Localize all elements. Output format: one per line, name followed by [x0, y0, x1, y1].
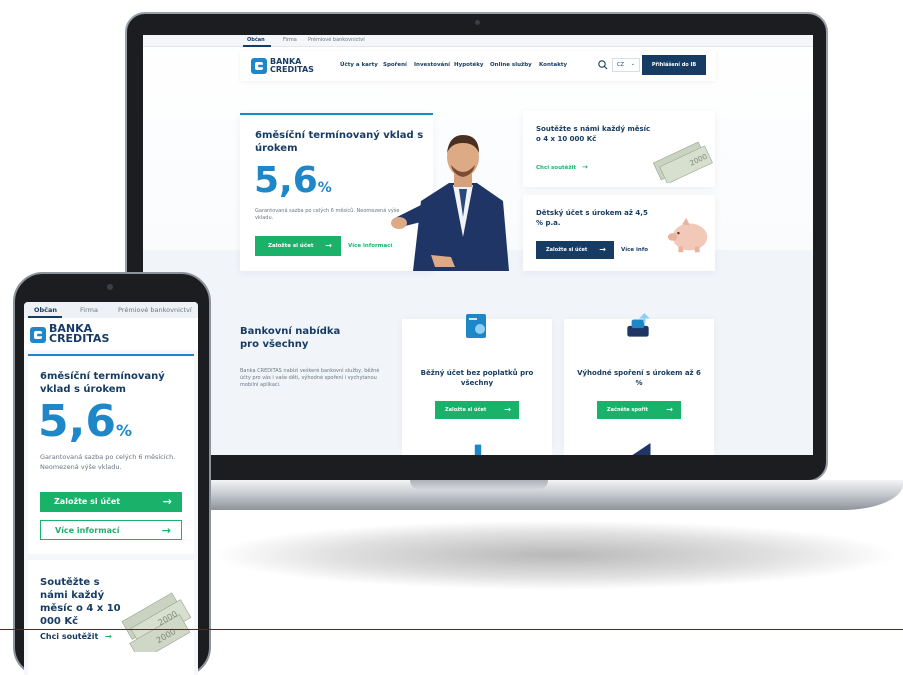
promo-child-button-label: Založte si účet — [546, 247, 588, 253]
mockup-stage: Občan Firma Prémiové bankovnictví BANKA … — [0, 0, 903, 675]
baseline-divider — [0, 629, 903, 630]
mobile-logo-text: BANKA CREDITAS — [49, 323, 110, 346]
segment-premium[interactable]: Prémiové bankovnictví — [308, 37, 365, 43]
mobile-secondary-button-label: Více informací — [55, 526, 120, 535]
product-card-savings: Výhodné spoření s úrokem až 6 % Začněte … — [564, 313, 714, 445]
promo-child-title: Dětský účet s úrokem až 4,5 % p.a. — [536, 209, 648, 227]
product-card-next-2 — [564, 443, 714, 455]
arrow-right-icon: → — [581, 163, 588, 171]
arrow-right-icon: → — [666, 405, 673, 414]
logo[interactable]: BANKA CREDITAS — [251, 57, 331, 75]
arrow-right-icon: → — [105, 632, 112, 641]
mobile-contest-title: Soutěžte s námi každý měsíc o 4 x 10 000… — [40, 577, 121, 627]
hero-rate-value: 5,6 — [254, 160, 318, 201]
nav-hypoteky[interactable]: Hypotéky — [454, 62, 484, 68]
main-navigation: BANKA CREDITAS Účty a karty Spoření Inve… — [240, 51, 716, 81]
document-icon — [474, 444, 482, 455]
product-savings-button-label: Začněte spořit — [607, 407, 648, 413]
mobile-primary-button-label: Založte si účet — [54, 497, 121, 506]
mobile-segment-bar: Občan Firma Prémiové bankovnictví — [24, 302, 198, 318]
product-account-title: Běžný účet bez poplatků pro všechny — [420, 369, 534, 387]
logo-line2: CREDITAS — [270, 64, 314, 74]
offer-description: Banka CREDITAS nabízí veškeré bankovní s… — [240, 368, 380, 388]
login-button-label: Přihlášení do IB — [651, 62, 697, 68]
coins-icon — [627, 313, 650, 337]
promo-contest-title: Soutěžte s námi každý měsíc o 4 x 10 000… — [536, 125, 651, 143]
chevron-down-icon: ⌄ — [630, 61, 635, 67]
banker-photo — [391, 135, 509, 271]
hero-description: Garantovaná sazba po celých 6 měsíců. Ne… — [255, 208, 400, 221]
segment-bar: Občan Firma Prémiové bankovnictví — [143, 35, 813, 47]
mobile-primary-button[interactable]: Založte si účet → — [40, 492, 182, 512]
laptop-shadow — [210, 520, 900, 590]
banknotes-icon: 2000 — [652, 141, 713, 183]
promo-child-card: Dětský účet s úrokem až 4,5 % p.a. Založ… — [523, 195, 715, 271]
promo-child-button[interactable]: Založte si účet → — [536, 241, 614, 259]
product-savings-title: Výhodné spoření s úrokem až 6 % — [577, 369, 701, 387]
mobile-segment-obcan[interactable]: Občan — [34, 306, 57, 314]
segment-active-underline — [243, 45, 271, 47]
hero-rate: 5,6% — [254, 160, 332, 201]
promo-child-link[interactable]: Více info — [621, 247, 648, 253]
language-select[interactable]: CZ ⌄ — [612, 58, 640, 72]
banknotes-icon: 2000 2000 — [121, 592, 192, 652]
nav-online-sluzby[interactable]: Online služby — [490, 62, 532, 68]
mobile-contest-link[interactable]: Chci soutěžit → — [40, 632, 112, 641]
product-savings-button[interactable]: Začněte spořit → — [597, 401, 681, 419]
mobile-hero-rate: 5,6% — [38, 396, 132, 447]
nav-ucty-a-karty[interactable]: Účty a karty — [340, 62, 378, 68]
mobile-hero-description: Garantovaná sazba po celých 6 měsících. … — [40, 453, 176, 471]
card-icon — [466, 314, 486, 338]
laptop-notch — [410, 480, 548, 490]
arrow-right-icon: → — [325, 241, 332, 250]
mobile-hero-rate-value: 5,6 — [38, 396, 116, 447]
segment-obcan[interactable]: Občan — [247, 37, 265, 43]
offer-title: Bankovní nabídka pro všechny — [240, 326, 341, 350]
logo-mark-icon — [30, 327, 46, 343]
phone-camera — [107, 284, 113, 290]
logo-text: BANKA CREDITAS — [270, 58, 314, 73]
laptop-screen: Občan Firma Prémiové bankovnictví BANKA … — [143, 35, 813, 455]
mobile-logo[interactable]: BANKA CREDITAS — [30, 323, 120, 346]
hero-primary-button[interactable]: Založte si účet → — [255, 236, 341, 256]
mobile-segment-firma[interactable]: Firma — [80, 306, 98, 314]
product-account-button-label: Založte si účet — [445, 407, 487, 413]
arrow-right-icon: → — [599, 245, 606, 254]
mobile-secondary-button[interactable]: Více informací → — [40, 520, 182, 540]
promo-contest-link[interactable]: Chci soutěžit → — [536, 163, 588, 171]
promo-contest-card: Soutěžte s námi každý měsíc o 4 x 10 000… — [523, 111, 715, 187]
chart-icon — [632, 443, 651, 455]
segment-firma[interactable]: Firma — [283, 37, 297, 43]
search-icon[interactable] — [597, 59, 609, 71]
mobile-segment-premium[interactable]: Prémiové bankovnictví — [118, 306, 192, 314]
hero-primary-button-label: Založte si účet — [268, 243, 314, 249]
mobile-hero-card: 6měsíční termínovaný vklad s úrokem 5,6%… — [28, 354, 194, 554]
logo-mark-icon — [251, 58, 267, 74]
mobile-contest-link-label: Chci soutěžit — [40, 632, 99, 641]
login-button[interactable]: Přihlášení do IB — [642, 55, 706, 75]
product-account-button[interactable]: Založte si účet → — [435, 401, 519, 419]
mobile-hero-rate-unit: % — [115, 421, 132, 440]
language-value: CZ — [617, 62, 624, 68]
mobile-header: BANKA CREDITAS — [24, 318, 198, 350]
nav-investovani[interactable]: Investování — [414, 62, 450, 68]
piggy-bank-icon — [667, 217, 708, 253]
product-card-next-1 — [402, 443, 552, 455]
mobile-logo-line2: CREDITAS — [49, 332, 110, 346]
laptop-camera — [475, 20, 480, 25]
nav-sporeni[interactable]: Spoření — [383, 62, 407, 68]
arrow-right-icon: → — [162, 495, 172, 508]
mobile-contest-card: Soutěžte s námi každý měsíc o 4 x 10 000… — [28, 560, 194, 675]
product-card-account: Běžný účet bez poplatků pro všechny Zalo… — [402, 314, 552, 445]
hero-secondary-link[interactable]: Více informací — [348, 243, 392, 249]
arrow-right-icon: → — [161, 524, 171, 537]
nav-kontakty[interactable]: Kontakty — [539, 62, 567, 68]
promo-contest-link-label: Chci soutěžit — [536, 165, 577, 171]
phone-screen: Občan Firma Prémiové bankovnictví BANKA … — [24, 302, 198, 675]
hero-rate-unit: % — [317, 180, 332, 196]
mobile-hero-title: 6měsíční termínovaný vklad s úrokem — [40, 371, 165, 395]
arrow-right-icon: → — [504, 405, 511, 414]
